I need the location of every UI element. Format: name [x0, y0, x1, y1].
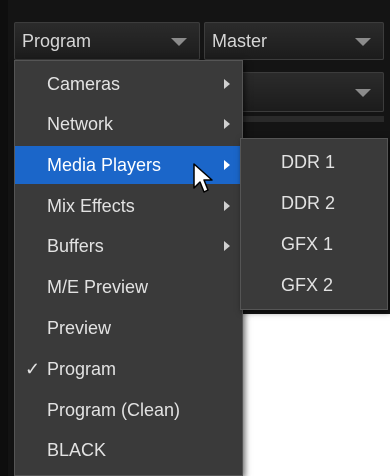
menu-item-me-preview[interactable]: M/E Preview: [15, 268, 242, 306]
menu-item-label: Cameras: [47, 74, 121, 94]
submenu-item-gfx2[interactable]: GFX 2: [241, 265, 387, 305]
submenu-item-label: DDR 2: [281, 193, 336, 213]
menu-item-buffers[interactable]: Buffers: [15, 227, 242, 265]
submenu-arrow-icon: [224, 201, 230, 211]
checkmark-icon: ✓: [25, 359, 41, 379]
submenu-item-ddr2[interactable]: DDR 2: [241, 183, 387, 223]
media-players-submenu: DDR 1 DDR 2 GFX 1 GFX 2: [240, 138, 388, 310]
menu-item-network[interactable]: Network: [15, 105, 242, 143]
menu-item-label: Program: [47, 359, 117, 379]
panel-edge: [0, 0, 8, 476]
mouse-cursor-icon: [193, 163, 213, 193]
chevron-down-icon: [171, 38, 187, 46]
chevron-down-icon: [355, 89, 371, 97]
menu-item-program-clean[interactable]: Program (Clean): [15, 391, 242, 429]
menu-item-label: Network: [47, 114, 114, 134]
submenu-arrow-icon: [224, 241, 230, 251]
menu-item-preview[interactable]: Preview: [15, 309, 242, 347]
submenu-item-label: GFX 2: [281, 275, 334, 295]
menu-item-label: BLACK: [47, 440, 107, 460]
chevron-down-icon: [355, 38, 371, 46]
submenu-arrow-icon: [224, 79, 230, 89]
source-dropdown[interactable]: Program: [14, 22, 200, 60]
menu-item-label: Buffers: [47, 236, 104, 256]
menu-item-label: Preview: [47, 318, 112, 338]
menu-item-label: Program (Clean): [47, 400, 181, 420]
submenu-item-label: GFX 1: [281, 234, 334, 254]
menu-item-label: Mix Effects: [47, 196, 135, 216]
menu-item-cameras[interactable]: Cameras: [15, 65, 242, 103]
submenu-item-ddr1[interactable]: DDR 1: [241, 142, 387, 182]
submenu-arrow-icon: [224, 160, 230, 170]
menu-item-label: M/E Preview: [47, 277, 149, 297]
submenu-item-gfx1[interactable]: GFX 1: [241, 224, 387, 264]
source-menu: Cameras Network Media Players Mix Effect…: [14, 60, 243, 476]
target-dropdown-value: Master: [212, 31, 268, 51]
submenu-arrow-icon: [224, 119, 230, 129]
menu-item-label: Media Players: [47, 155, 162, 175]
submenu-item-label: DDR 1: [281, 152, 336, 172]
menu-item-black[interactable]: BLACK: [15, 431, 242, 469]
background-area: [240, 314, 390, 476]
target-dropdown[interactable]: Master: [204, 22, 384, 60]
menu-item-program[interactable]: ✓ Program: [15, 350, 242, 388]
source-dropdown-value: Program: [22, 31, 92, 51]
